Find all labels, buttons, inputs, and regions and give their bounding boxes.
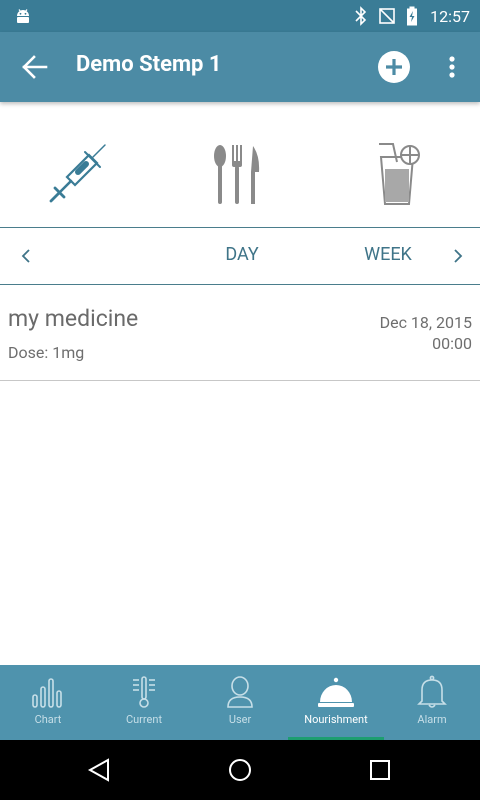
tab-nourishment[interactable]: Nourishment bbox=[288, 665, 384, 740]
tab-label: Nourishment bbox=[304, 713, 368, 726]
entry-time: 00:00 bbox=[432, 334, 472, 353]
tab-current[interactable]: Current bbox=[96, 665, 192, 740]
tab-user[interactable]: User bbox=[192, 665, 288, 740]
entry-date: Dec 18, 2015 bbox=[379, 313, 472, 332]
period-navigation: DAY WEEK bbox=[0, 228, 480, 285]
page-title: Demo Stemp 1 bbox=[76, 52, 222, 77]
week-tab[interactable]: WEEK bbox=[348, 244, 428, 265]
app-bar: Demo Stemp 1 bbox=[0, 32, 480, 102]
back-arrow-icon[interactable] bbox=[20, 53, 50, 81]
add-button[interactable] bbox=[377, 50, 411, 84]
bluetooth-icon bbox=[355, 6, 367, 26]
chevron-left-icon[interactable] bbox=[18, 246, 34, 266]
back-triangle-icon[interactable] bbox=[86, 758, 112, 782]
thermometer-icon bbox=[133, 676, 155, 708]
syringe-icon[interactable] bbox=[45, 142, 115, 212]
tab-label: Current bbox=[125, 713, 163, 726]
category-selector bbox=[0, 102, 480, 228]
recents-square-icon[interactable] bbox=[367, 758, 393, 782]
entry-dose: Dose: 1mg bbox=[8, 343, 85, 362]
tab-label: Alarm bbox=[417, 713, 447, 726]
system-navigation-bar bbox=[0, 740, 480, 800]
tab-label: User bbox=[228, 713, 252, 726]
battery-charging-icon bbox=[407, 6, 418, 26]
user-icon bbox=[227, 676, 253, 708]
tab-chart[interactable]: Chart bbox=[0, 665, 96, 740]
list-item[interactable]: my medicine Dose: 1mg Dec 18, 2015 00:00 bbox=[0, 285, 480, 381]
cutlery-icon[interactable] bbox=[205, 142, 275, 212]
entry-name: my medicine bbox=[8, 305, 139, 332]
chevron-right-icon[interactable] bbox=[450, 246, 466, 266]
bar-chart-icon bbox=[32, 678, 62, 708]
overflow-menu-icon[interactable] bbox=[440, 54, 464, 80]
home-circle-icon[interactable] bbox=[227, 758, 253, 782]
drink-glass-icon[interactable] bbox=[367, 142, 437, 212]
bottom-navigation: Chart Current User Nourishment Alarm bbox=[0, 665, 480, 740]
status-bar: 12:57 bbox=[0, 0, 480, 32]
day-tab[interactable]: DAY bbox=[200, 244, 284, 265]
tab-label: Chart bbox=[34, 713, 62, 726]
cloche-icon bbox=[318, 677, 354, 707]
tab-alarm[interactable]: Alarm bbox=[384, 665, 480, 740]
status-time: 12:57 bbox=[430, 6, 470, 26]
bell-icon bbox=[417, 675, 447, 708]
android-icon bbox=[17, 9, 29, 23]
no-signal-icon bbox=[379, 8, 395, 24]
